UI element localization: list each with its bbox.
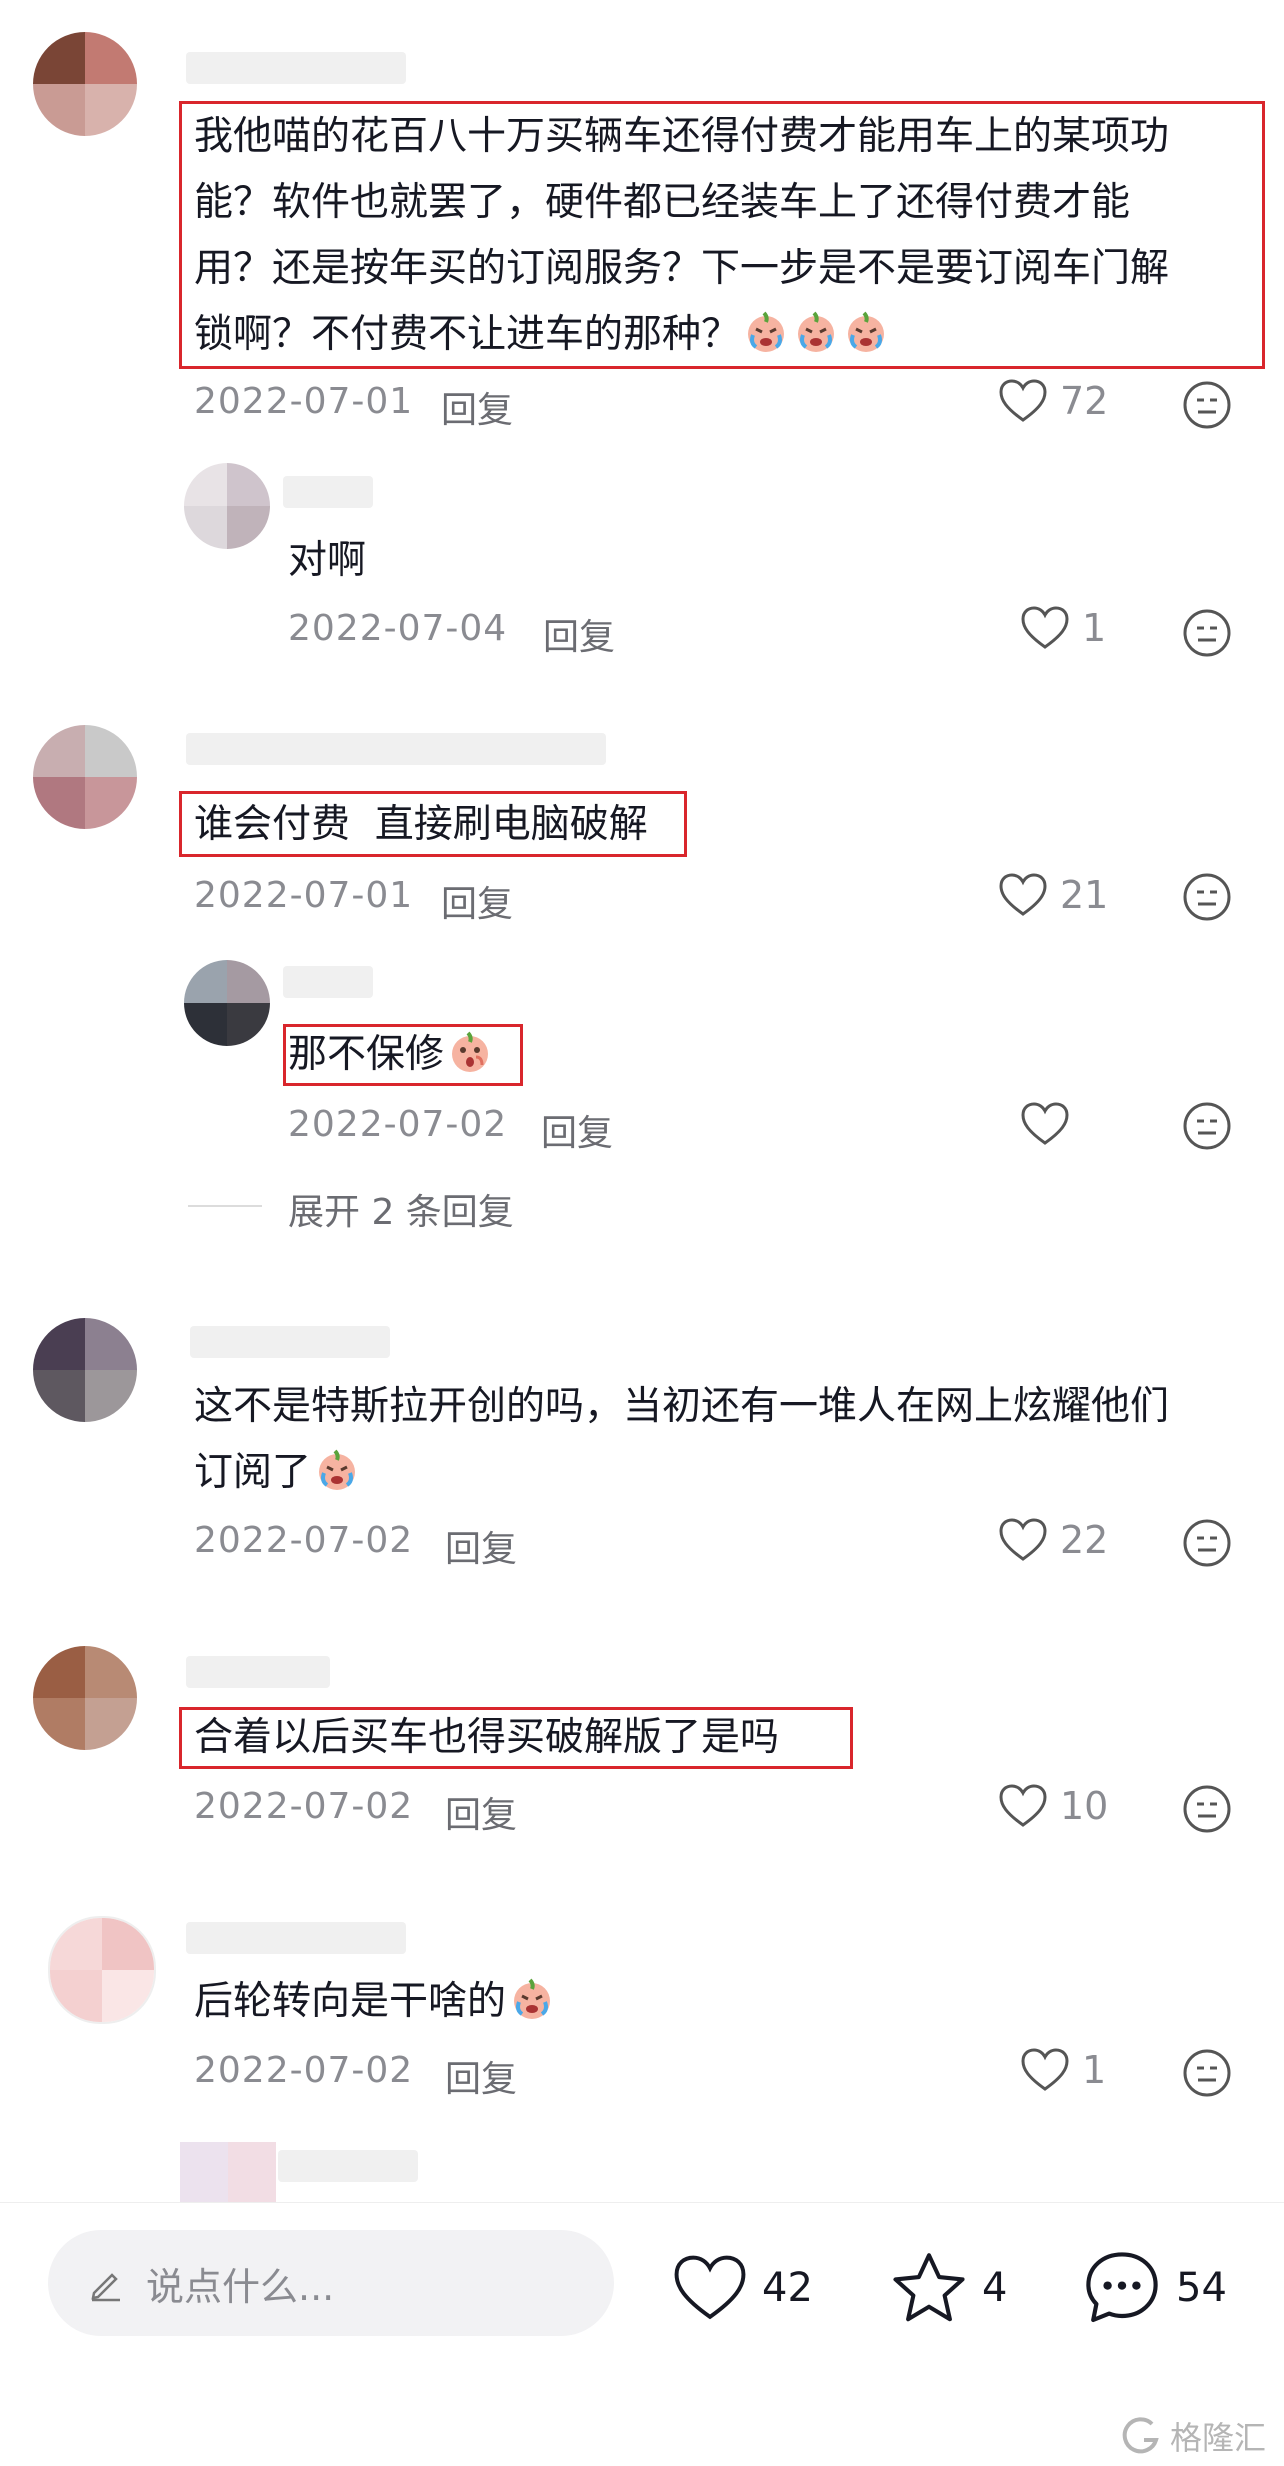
comment-date: 2022-07-02 <box>194 1520 414 1561</box>
reply-button[interactable]: 回复 <box>445 1520 517 1572</box>
username[interactable] <box>278 2150 418 2182</box>
expand-replies-button[interactable]: 展开 2 条回复 <box>288 1183 514 1235</box>
comments-button[interactable]: 54 <box>1082 2248 1227 2328</box>
avatar[interactable] <box>184 960 270 1046</box>
avatar[interactable] <box>33 725 137 829</box>
star-icon <box>893 2253 965 2322</box>
username[interactable] <box>186 733 606 765</box>
crying-emoji-icon <box>748 311 785 352</box>
like-button[interactable]: 21 <box>998 872 1108 918</box>
comment-date: 2022-07-02 <box>194 2050 414 2091</box>
like-count: 10 <box>1060 1784 1109 1828</box>
like-button[interactable]: 1 <box>1020 605 1106 651</box>
username[interactable] <box>186 1922 406 1954</box>
crying-emoji-icon <box>514 1978 551 2019</box>
like-button[interactable]: 10 <box>998 1783 1108 1829</box>
comment-text: 后轮转向是干啥的 <box>194 1969 556 2035</box>
dislike-face-icon[interactable] <box>1182 872 1232 922</box>
avatar[interactable] <box>184 463 270 549</box>
heart-icon <box>999 873 1047 916</box>
input-placeholder: 说点什么... <box>146 2264 335 2309</box>
username[interactable] <box>186 1656 330 1688</box>
like-count: 1 <box>1082 2048 1107 2092</box>
comment-date: 2022-07-04 <box>288 608 508 649</box>
comment-date: 2022-07-02 <box>194 1786 414 1827</box>
dislike-face-icon[interactable] <box>1182 1101 1232 1151</box>
username[interactable] <box>190 1326 390 1358</box>
like-count: 72 <box>1060 379 1109 423</box>
comment-bubble-icon <box>1086 2252 1158 2323</box>
username[interactable] <box>186 52 406 84</box>
comment-date: 2022-07-02 <box>288 1104 508 1145</box>
comment-text: 这不是特斯拉开创的吗，当初还有一堆人在网上炫耀他们 订阅了 <box>194 1384 1170 1495</box>
reply-button[interactable]: 回复 <box>541 1104 613 1156</box>
crying-emoji-icon <box>798 311 835 352</box>
expand-divider <box>188 1205 262 1207</box>
comment-text: 合着以后买车也得买破解版了是吗 <box>194 1715 780 1760</box>
heart-icon <box>674 2255 746 2320</box>
dislike-face-icon[interactable] <box>1182 1784 1232 1834</box>
comment-text: 我他喵的花百八十万买辆车还得付费才能用车上的某项功 能？软件也就罢了，硬件都已经… <box>194 114 1170 357</box>
reply-button[interactable]: 回复 <box>543 608 615 660</box>
comment-date: 2022-07-01 <box>194 875 414 916</box>
shocked-emoji-icon <box>452 1031 489 1072</box>
avatar[interactable] <box>33 1318 137 1422</box>
reply-button[interactable]: 回复 <box>445 2050 517 2102</box>
favorite-button[interactable]: 4 <box>890 2250 1007 2326</box>
post-like-count: 42 <box>762 2265 813 2311</box>
heart-icon <box>1021 606 1069 649</box>
dislike-face-icon[interactable] <box>1182 2048 1232 2098</box>
dislike-face-icon[interactable] <box>1182 608 1232 658</box>
like-post-button[interactable]: 42 <box>672 2253 813 2323</box>
favorite-count: 4 <box>982 2265 1008 2311</box>
heart-icon <box>1021 1102 1069 1145</box>
comment-date: 2022-07-01 <box>194 381 414 422</box>
comment-input[interactable]: 说点什么... <box>48 2230 614 2336</box>
avatar[interactable] <box>48 1916 156 2024</box>
comment-text: 对啊 <box>288 538 367 583</box>
reply-button[interactable]: 回复 <box>445 1786 517 1838</box>
pencil-icon <box>91 2273 120 2302</box>
avatar[interactable] <box>180 2142 276 2202</box>
avatar[interactable] <box>33 1646 137 1750</box>
dislike-face-icon[interactable] <box>1182 380 1232 430</box>
like-button[interactable]: 1 <box>1020 2047 1106 2093</box>
comment-text: 谁会付费 直接刷电脑破解 <box>194 802 648 847</box>
like-button[interactable]: 22 <box>998 1517 1108 1563</box>
like-button[interactable]: 72 <box>998 378 1108 424</box>
comment-count: 54 <box>1176 2265 1227 2311</box>
heart-icon <box>999 1518 1047 1561</box>
dislike-face-icon[interactable] <box>1182 1518 1232 1568</box>
heart-icon <box>999 1784 1047 1827</box>
reply-button[interactable]: 回复 <box>441 875 513 927</box>
avatar[interactable] <box>33 32 137 136</box>
username[interactable] <box>283 966 373 998</box>
logo-icon <box>1122 2417 1159 2454</box>
crying-emoji-icon <box>848 311 885 352</box>
crying-emoji-icon <box>319 1449 356 1490</box>
heart-icon <box>1021 2048 1069 2091</box>
like-count: 21 <box>1060 873 1109 917</box>
like-count: 1 <box>1082 606 1107 650</box>
like-count: 22 <box>1060 1518 1109 1562</box>
like-button[interactable] <box>1020 1101 1082 1147</box>
watermark-logo: 格隆汇 <box>1122 2413 1266 2459</box>
heart-icon <box>999 379 1047 422</box>
username[interactable] <box>283 476 373 508</box>
reply-button[interactable]: 回复 <box>441 381 513 433</box>
comment-text: 那不保修 <box>288 1022 494 1088</box>
